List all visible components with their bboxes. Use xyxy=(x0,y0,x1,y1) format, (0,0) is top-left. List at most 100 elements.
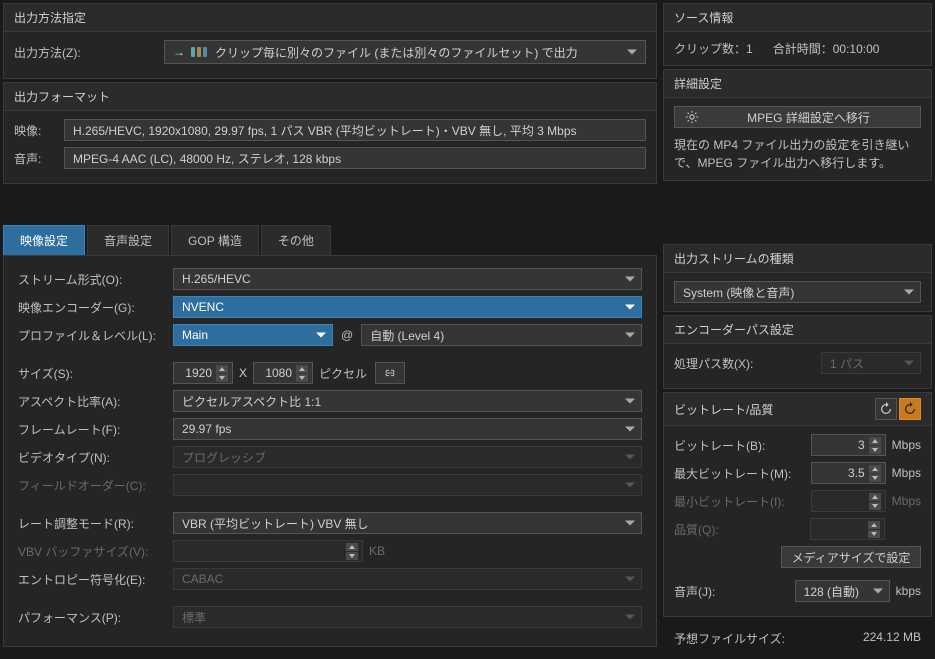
height-value: 1080 xyxy=(265,366,292,380)
tab-audio[interactable]: 音声設定 xyxy=(87,225,169,255)
arrow-right-icon: → xyxy=(173,45,185,59)
video-format-value: H.265/HEVC, 1920x1080, 29.97 fps, 1 パス V… xyxy=(64,119,646,141)
chevron-down-icon xyxy=(625,399,635,404)
video-settings-content: ストリーム形式(O): H.265/HEVC 映像エンコーダー(G): NVEN… xyxy=(3,256,657,647)
output-method-header: 出力方法指定 xyxy=(4,4,656,32)
framerate-label: フレームレート(F): xyxy=(18,421,173,438)
media-size-label: メディアサイズで設定 xyxy=(792,549,911,566)
bitrate-value: 3 xyxy=(858,438,865,452)
encoder-label: 映像エンコーダー(G): xyxy=(18,299,173,316)
chevron-down-icon xyxy=(625,521,635,526)
media-size-button[interactable]: メディアサイズで設定 xyxy=(781,546,921,568)
audio-bitrate-select[interactable]: 128 (自動) xyxy=(795,580,890,602)
predicted-size-row: 予想ファイルサイズ: 224.12 MB xyxy=(660,620,935,657)
videotype-value: プログレッシブ xyxy=(182,449,266,466)
chevron-down-icon xyxy=(625,483,635,488)
audio-format-label: 音声: xyxy=(14,150,64,167)
profile-select[interactable]: Main xyxy=(173,324,333,346)
width-spinner[interactable] xyxy=(216,365,228,382)
fieldorder-label: フィールドオーダー(C): xyxy=(18,477,173,494)
tab-other[interactable]: その他 xyxy=(261,225,331,255)
vbvbuffer-label: VBV バッファサイズ(V): xyxy=(18,543,173,560)
encoder-pass-header: エンコーダーパス設定 xyxy=(664,316,931,344)
bitrate-input[interactable]: 3 xyxy=(811,434,886,456)
output-format-panel: 出力フォーマット 映像: H.265/HEVC, 1920x1080, 29.9… xyxy=(3,82,657,184)
max-bitrate-value: 3.5 xyxy=(848,466,865,480)
width-value: 1920 xyxy=(185,366,212,380)
performance-label: パフォーマンス(P): xyxy=(18,609,173,626)
chevron-down-icon xyxy=(625,333,635,338)
stream-type-select[interactable]: H.265/HEVC xyxy=(173,268,642,290)
tab-gop[interactable]: GOP 構造 xyxy=(171,225,259,255)
tab-video[interactable]: 映像設定 xyxy=(3,225,85,255)
warning-icon xyxy=(903,402,917,416)
max-bitrate-input[interactable]: 3.5 xyxy=(811,462,886,484)
size-label: サイズ(S): xyxy=(18,365,173,382)
level-select[interactable]: 自動 (Level 4) xyxy=(361,324,642,346)
entropy-select: CABAC xyxy=(173,568,642,590)
width-input[interactable]: 1920 xyxy=(173,362,233,384)
max-bitrate-unit: Mbps xyxy=(892,466,921,480)
encoder-select[interactable]: NVENC xyxy=(173,296,642,318)
output-stream-header: 出力ストリームの種類 xyxy=(664,245,931,273)
min-bitrate-spinner xyxy=(869,493,881,510)
vbvbuffer-unit: KB xyxy=(369,544,385,558)
video-format-label: 映像: xyxy=(14,122,64,139)
total-time: 合計時間：00:10:00 xyxy=(773,40,880,57)
multi-clip-icon xyxy=(191,47,207,57)
advanced-description: 現在の MP4 ファイル出力の設定を引き継いで、MPEG ファイル出力へ移行しま… xyxy=(674,136,921,172)
min-bitrate-label: 最小ビットレート(I): xyxy=(674,493,811,510)
output-method-select[interactable]: → クリップ毎に別々のファイル (または別々のファイルセット) で出力 xyxy=(164,40,646,64)
encoder-value: NVENC xyxy=(182,300,224,314)
at-symbol: @ xyxy=(341,328,353,342)
audio-bitrate-value: 128 (自動) xyxy=(804,583,859,600)
fieldorder-select xyxy=(173,474,642,496)
clip-count: クリップ数：1 xyxy=(674,40,753,57)
chevron-down-icon xyxy=(625,305,635,310)
bitrate-warning-button[interactable] xyxy=(899,398,921,420)
bitrate-label: ビットレート(B): xyxy=(674,437,811,454)
bitrate-panel: ビットレート/品質 ビットレート(B): 3 Mbps xyxy=(663,392,932,617)
pass-count-value: 1 パス xyxy=(830,355,864,372)
settings-tabs: 映像設定 音声設定 GOP 構造 その他 xyxy=(3,225,657,256)
source-info-header: ソース情報 xyxy=(664,4,931,32)
framerate-value: 29.97 fps xyxy=(182,422,231,436)
height-input[interactable]: 1080 xyxy=(253,362,313,384)
videotype-label: ビデオタイプ(N): xyxy=(18,449,173,466)
output-stream-value: System (映像と音声) xyxy=(683,284,794,301)
reset-icon xyxy=(879,402,893,416)
height-spinner[interactable] xyxy=(296,365,308,382)
reset-bitrate-button[interactable] xyxy=(875,398,897,420)
ratecontrol-value: VBR (平均ビットレート) VBV 無し xyxy=(182,515,369,532)
link-aspect-button[interactable] xyxy=(375,362,405,384)
output-stream-select[interactable]: System (映像と音声) xyxy=(674,281,921,303)
framerate-select[interactable]: 29.97 fps xyxy=(173,418,642,440)
x-separator: X xyxy=(239,366,247,380)
source-info-panel: ソース情報 クリップ数：1 合計時間：00:10:00 xyxy=(663,3,932,66)
size-unit: ピクセル xyxy=(319,365,367,382)
chevron-down-icon xyxy=(625,277,635,282)
bitrate-header: ビットレート/品質 xyxy=(664,393,931,426)
max-bitrate-spinner[interactable] xyxy=(869,465,881,482)
output-format-header: 出力フォーマット xyxy=(4,83,656,111)
bitrate-unit: Mbps xyxy=(892,438,921,452)
gear-icon xyxy=(685,110,699,124)
entropy-label: エントロピー符号化(E): xyxy=(18,571,173,588)
min-bitrate-input xyxy=(811,490,886,512)
chevron-down-icon xyxy=(904,290,914,295)
chevron-down-icon xyxy=(625,577,635,582)
vbvbuffer-spinner xyxy=(346,543,358,560)
performance-select: 標準 xyxy=(173,606,642,628)
performance-value: 標準 xyxy=(182,609,206,626)
mpeg-advanced-button[interactable]: MPEG 詳細設定へ移行 xyxy=(674,106,921,128)
audio-bitrate-label: 音声(J): xyxy=(674,583,795,600)
predicted-size-value: 224.12 MB xyxy=(863,630,921,647)
ratecontrol-select[interactable]: VBR (平均ビットレート) VBV 無し xyxy=(173,512,642,534)
encoder-pass-panel: エンコーダーパス設定 処理パス数(X): 1 パス xyxy=(663,315,932,389)
aspect-select[interactable]: ピクセルアスペクト比 1:1 xyxy=(173,390,642,412)
bitrate-spinner[interactable] xyxy=(869,437,881,454)
max-bitrate-label: 最大ビットレート(M): xyxy=(674,465,811,482)
stream-type-label: ストリーム形式(O): xyxy=(18,271,173,288)
profile-value: Main xyxy=(182,328,208,342)
profile-label: プロファイル＆レベル(L): xyxy=(18,327,173,344)
